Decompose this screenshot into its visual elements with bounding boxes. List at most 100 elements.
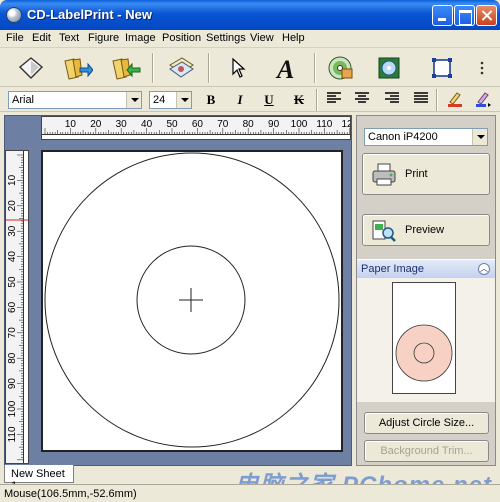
justify-button[interactable] <box>410 91 432 109</box>
ruler-label: 100 <box>7 400 18 417</box>
status-bar: Mouse(106.5mm,-52.6mm) <box>0 484 500 502</box>
toolbar-separator <box>152 53 154 83</box>
paper-disc-preview <box>395 324 453 382</box>
strikethrough-button[interactable]: K <box>288 91 310 109</box>
align-center-button[interactable] <box>351 91 373 109</box>
bold-button[interactable]: B <box>200 91 222 109</box>
ruler-label: 60 <box>7 301 18 313</box>
ruler-label: 20 <box>90 119 102 130</box>
pen-color-icon <box>476 92 491 107</box>
paper-image-header[interactable]: Paper Image ︿ <box>357 259 495 277</box>
format-toolbar: Arial 24 B I U K <box>0 88 500 112</box>
ruler-label: 110 <box>7 426 18 442</box>
ruler-label: 10 <box>65 119 77 130</box>
minimize-button[interactable] <box>432 5 453 26</box>
font-size-value: 24 <box>153 94 166 106</box>
preview-label: Preview <box>405 224 445 236</box>
select-pointer-icon[interactable] <box>221 51 255 85</box>
menu-edit[interactable]: Edit <box>32 32 51 44</box>
right-panel: Canon iP4200 Print Preview Paper Image ︿ <box>356 115 496 466</box>
preview-button[interactable]: Preview <box>362 214 490 246</box>
justify-icon <box>414 92 428 103</box>
ruler-label: 90 <box>268 119 280 130</box>
toolbar-separator <box>316 89 318 111</box>
ruler-label: 110 <box>316 119 332 130</box>
ruler-label: 30 <box>7 225 18 237</box>
save-icon[interactable] <box>109 51 143 85</box>
ruler-label: 70 <box>217 119 229 130</box>
ruler-label: 40 <box>141 119 153 130</box>
adjust-circle-size-button[interactable]: Adjust Circle Size... <box>364 412 489 434</box>
ruler-label: 50 <box>166 119 178 130</box>
ruler-label: 60 <box>192 119 204 130</box>
cd-label-sheet[interactable] <box>41 150 343 452</box>
horizontal-ruler: 10 20 30 40 50 60 70 80 90 100 110 120 <box>41 116 351 140</box>
ruler-label: 70 <box>7 327 18 339</box>
toolbar-separator <box>436 89 438 111</box>
tab-new-sheet-1[interactable]: New Sheet 1 <box>4 465 74 492</box>
align-right-icon <box>385 92 399 103</box>
cd-image-icon[interactable] <box>324 51 358 85</box>
ruler-label: 100 <box>291 119 308 130</box>
menu-text[interactable]: Text <box>59 32 79 44</box>
paper-image-panel <box>357 278 495 402</box>
menu-settings[interactable]: Settings <box>206 32 246 44</box>
ruler-label: 80 <box>243 119 255 130</box>
printer-icon <box>372 163 396 186</box>
align-left-icon <box>327 92 341 103</box>
chevron-down-icon[interactable] <box>472 129 487 145</box>
italic-button[interactable]: I <box>229 91 251 109</box>
title-bar: CD-LabelPrint - New <box>0 0 500 30</box>
ruler-label: 40 <box>7 251 18 263</box>
print-button[interactable]: Print <box>362 153 490 195</box>
background-trim-button[interactable]: Background Trim... <box>364 440 489 462</box>
window-title: CD-LabelPrint - New <box>27 7 152 22</box>
menu-help[interactable]: Help <box>282 32 305 44</box>
ruler-label: 50 <box>7 276 18 288</box>
menu-figure[interactable]: Figure <box>88 32 119 44</box>
maximize-button[interactable] <box>454 5 475 26</box>
collapse-icon[interactable]: ︿ <box>478 263 490 275</box>
layout-icon[interactable] <box>164 51 198 85</box>
ruler-label: 80 <box>7 352 18 364</box>
design-canvas-area[interactable]: 10 20 30 40 50 60 70 80 90 100 110 120 10 20 30 40 50 60… <box>4 115 352 466</box>
vertical-ruler: 10 20 30 40 50 60 70 80 90 100 110 <box>5 150 29 464</box>
text-color-button[interactable] <box>444 91 466 109</box>
menu-view[interactable]: View <box>250 32 274 44</box>
chevron-down-icon[interactable] <box>126 92 141 108</box>
menu-image[interactable]: Image <box>125 32 156 44</box>
photo-icon[interactable] <box>372 51 406 85</box>
menu-position[interactable]: Position <box>162 32 201 44</box>
close-button[interactable] <box>476 5 497 26</box>
align-left-button[interactable] <box>323 91 345 109</box>
align-right-button[interactable] <box>381 91 403 109</box>
ruler-label: 30 <box>116 119 128 130</box>
ruler-label: 90 <box>7 378 18 390</box>
printer-select[interactable]: Canon iP4200 <box>364 128 488 146</box>
font-name-value: Arial <box>12 94 35 106</box>
menu-bar: File Edit Text Figure Image Position Set… <box>0 30 500 48</box>
open-icon[interactable] <box>61 51 95 85</box>
text-tool-icon[interactable]: A <box>271 51 305 85</box>
printer-value: Canon iP4200 <box>368 131 438 143</box>
cd-label-outline[interactable] <box>43 152 341 450</box>
app-disc-icon <box>6 7 22 23</box>
ruler-label: 120 <box>341 119 351 130</box>
font-size-select[interactable]: 24 <box>149 91 192 109</box>
toolbar-separator <box>314 53 316 83</box>
ruler-label: 20 <box>7 200 18 212</box>
mouse-position-status: Mouse(106.5mm,-52.6mm) <box>4 488 137 500</box>
svg-text:A: A <box>275 55 294 81</box>
toolbar-overflow-icon[interactable] <box>472 51 492 85</box>
ruler-corner <box>5 116 40 149</box>
pen-color-icon <box>448 92 462 107</box>
new-label-icon[interactable] <box>14 51 48 85</box>
underline-button[interactable]: U <box>258 91 280 109</box>
menu-file[interactable]: File <box>6 32 24 44</box>
frame-icon[interactable] <box>425 51 459 85</box>
paper-preview <box>392 282 456 394</box>
fill-color-button[interactable] <box>472 91 494 109</box>
toolbar-separator <box>208 53 210 83</box>
chevron-down-icon[interactable] <box>176 92 191 108</box>
font-name-select[interactable]: Arial <box>8 91 142 109</box>
